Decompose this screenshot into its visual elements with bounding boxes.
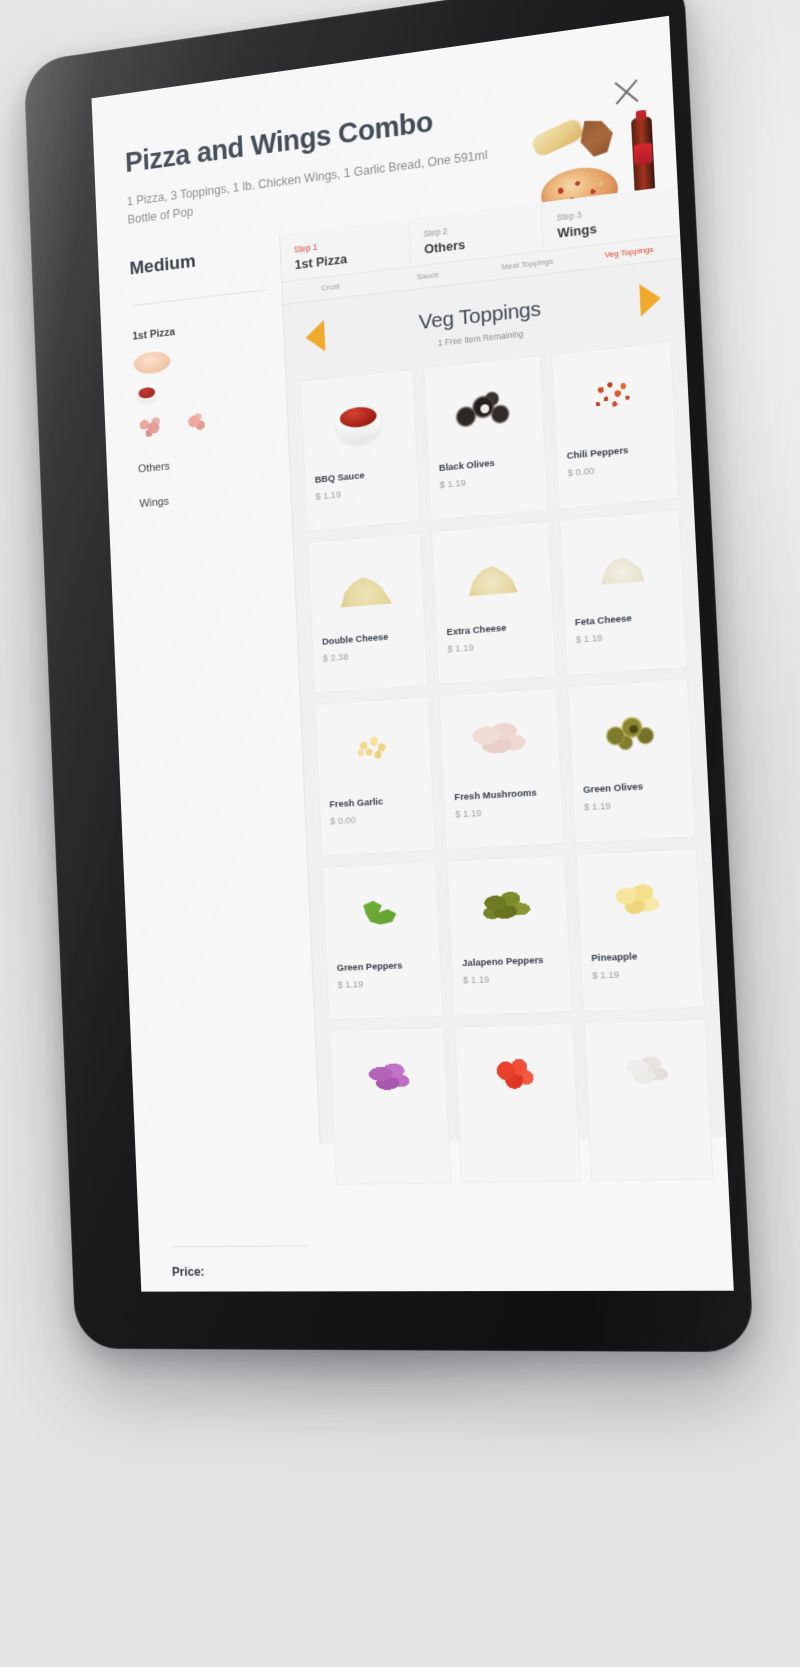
bbq-sauce-icon [332, 401, 386, 446]
fresh-garlic-icon [346, 728, 401, 770]
arrow-right-icon[interactable] [639, 282, 662, 318]
topping-card[interactable]: BBQ Sauce $ 1.19 [299, 369, 421, 533]
sidebar-section-first-pizza[interactable]: 1st Pizza [132, 314, 288, 442]
sidebar-item-label: 1st Pizza [132, 326, 176, 344]
topping-image [440, 689, 561, 794]
step-number: Step 2 [423, 226, 448, 240]
topping-price: $ 1.19 [454, 808, 482, 821]
topping-grid: BBQ Sauce $ 1.19 Black Olives $ 1.19 Chi… [286, 330, 728, 1186]
combo-hero-image [530, 112, 656, 226]
topping-card[interactable] [583, 1018, 714, 1182]
tab-veg-toppings[interactable]: Veg Toppings [577, 236, 681, 270]
price-label: Price: [171, 1265, 205, 1280]
topping-image [308, 533, 425, 638]
topping-name: Extra Cheese [446, 623, 507, 639]
green-peppers-icon [353, 892, 409, 935]
app-body: Medium 1st Pizza Others Wings Price: Ste… [98, 185, 727, 1292]
green-olives-icon [598, 710, 661, 756]
topping-card[interactable]: Green Peppers $ 1.19 [321, 861, 444, 1021]
summary-thumb-row [134, 371, 286, 407]
topping-price: $ 1.19 [462, 974, 490, 987]
sidebar-item-others[interactable]: Others [138, 449, 289, 476]
arrow-left-icon[interactable] [304, 320, 326, 354]
topping-image [330, 1028, 448, 1128]
topping-name [460, 1123, 577, 1125]
sauce-thumb-icon [134, 384, 160, 407]
topping-card[interactable]: Chili Peppers $ 0.00 [550, 341, 680, 511]
topping-image [315, 697, 432, 800]
pop-bottle-icon [630, 116, 656, 196]
chicken-wings-icon [576, 116, 620, 160]
summary-thumb-row [135, 402, 288, 442]
close-icon[interactable] [608, 72, 644, 111]
topping-name: Jalapeno Peppers [461, 955, 544, 970]
app-root: Pizza and Wings Combo 1 Pizza, 3 Topping… [91, 15, 734, 1292]
summary-thumb-row [133, 338, 284, 376]
topping-name: Fresh Mushrooms [454, 787, 537, 804]
topping-card[interactable]: Double Cheese $ 2.38 [307, 532, 429, 695]
tomatoes-icon [486, 1053, 545, 1097]
sidebar-item-wings[interactable]: Wings [139, 485, 290, 510]
black-olives-icon [451, 385, 517, 436]
topping-name: Green Olives [582, 781, 644, 797]
topping-image [560, 511, 684, 619]
topping-price: $ 1.19 [447, 642, 474, 656]
meat-topping-thumb-icon [135, 415, 165, 442]
sidebar-divider [131, 289, 267, 307]
price-value: $ 25.17 [173, 1289, 327, 1292]
topping-image [424, 357, 544, 465]
topping-card[interactable]: Green Olives $ 1.19 [566, 678, 697, 845]
main-panel: Step 1 1st Pizza Step 2 Others Step 3 Wi… [279, 185, 727, 1186]
topping-price [334, 1126, 448, 1134]
sidebar-footer: Price: $ 25.17 Quantity: – 1 + [170, 1245, 330, 1292]
jalapeno-peppers-icon [477, 885, 538, 930]
topping-image [323, 862, 441, 963]
selected-size: Medium [129, 251, 196, 280]
topping-card[interactable]: Fresh Garlic $ 0.00 [314, 696, 437, 858]
meat-topping-thumb-icon [183, 411, 209, 436]
topping-card[interactable]: Black Olives $ 1.19 [423, 355, 549, 522]
topping-price: $ 1.19 [575, 633, 603, 647]
scene: Pizza and Wings Combo 1 Pizza, 3 Topping… [0, 0, 800, 1667]
topping-price: $ 1.19 [591, 969, 620, 983]
double-cheese-icon [335, 564, 397, 609]
topping-image [568, 679, 692, 785]
tablet-device: Pizza and Wings Combo 1 Pizza, 3 Topping… [23, 0, 755, 1353]
fresh-mushrooms-icon [467, 717, 532, 765]
topping-card[interactable]: Feta Cheese $ 1.19 [558, 509, 688, 677]
crust-thumb-icon [133, 350, 171, 376]
extra-cheese-icon [462, 554, 521, 597]
tablet-screen: Pizza and Wings Combo 1 Pizza, 3 Topping… [91, 15, 734, 1292]
sidebar-footer-divider [170, 1245, 309, 1248]
topping-price: $ 1.19 [439, 478, 467, 492]
topping-image [301, 370, 417, 476]
